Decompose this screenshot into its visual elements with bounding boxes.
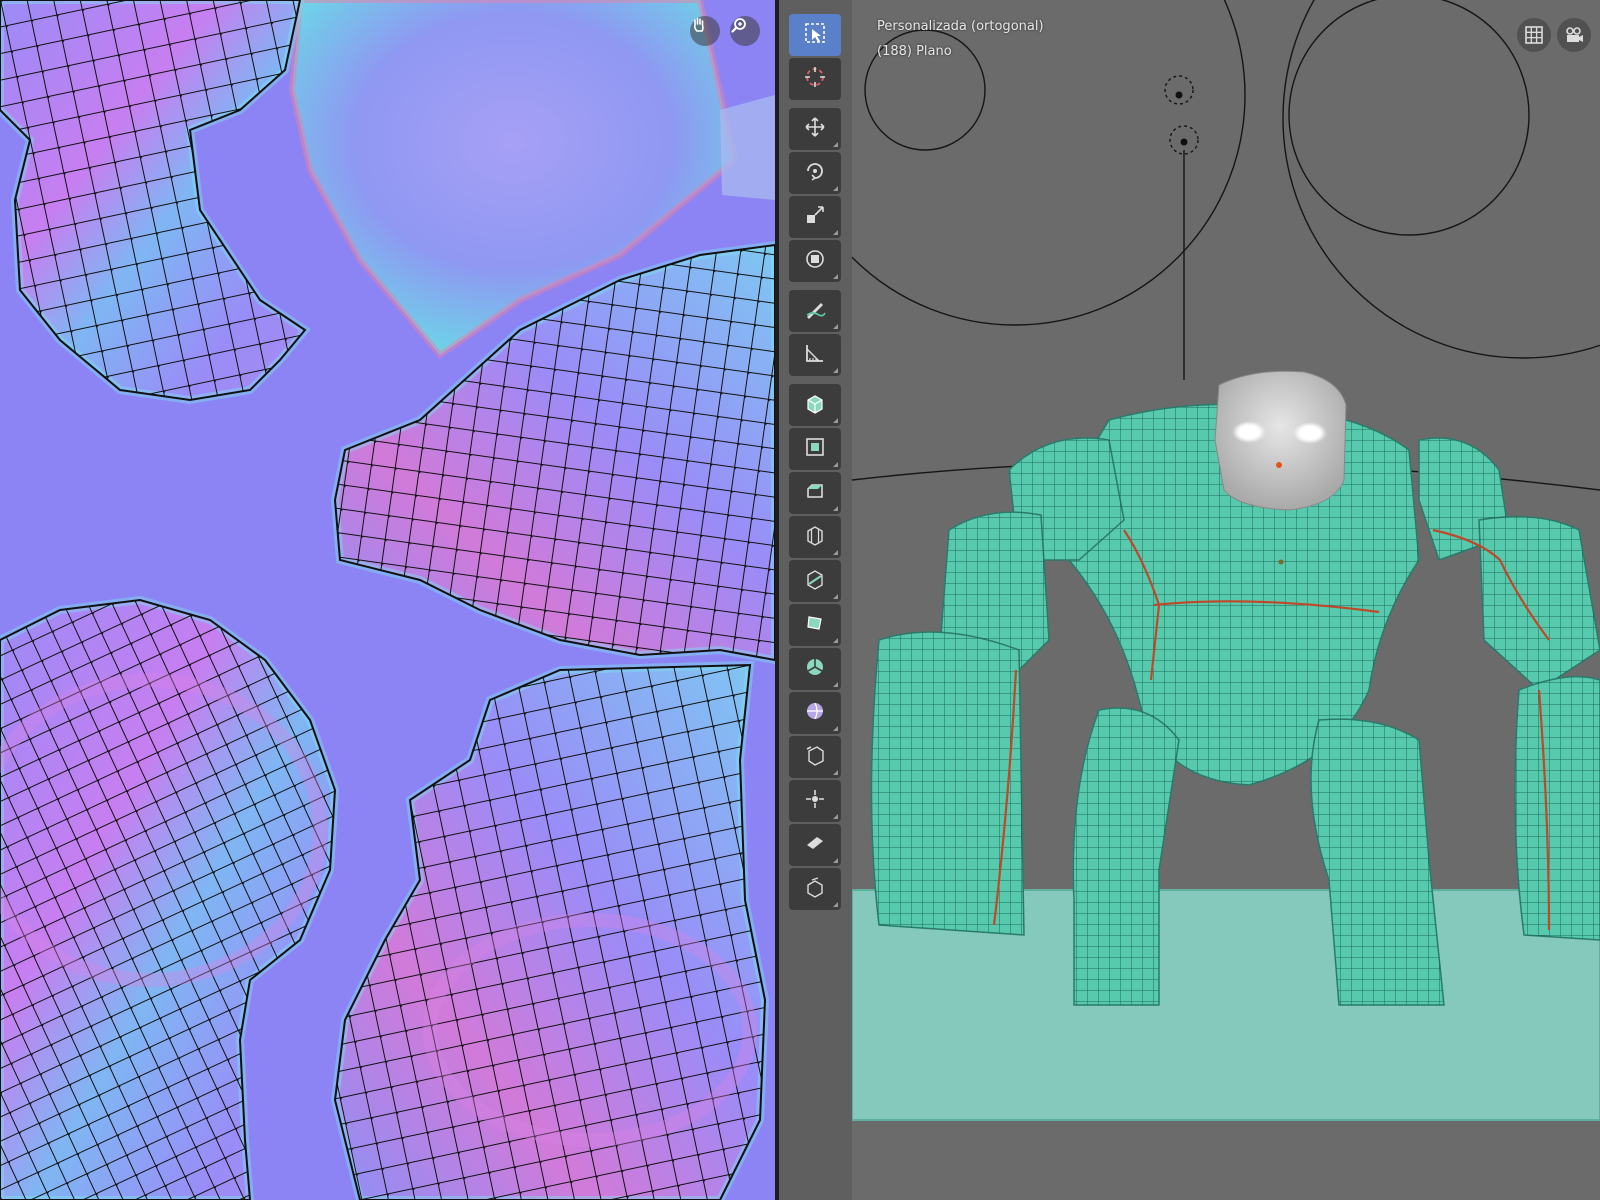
- tool-submenu-indicator: [833, 368, 838, 373]
- tool-bevel-button[interactable]: [789, 472, 841, 514]
- toolbar: [789, 14, 841, 912]
- tool-select-box-button[interactable]: [789, 14, 841, 56]
- edge-slide-icon: [803, 743, 827, 771]
- tool-smooth-button[interactable]: [789, 692, 841, 734]
- inset-icon: [803, 435, 827, 463]
- shear-icon: [803, 831, 827, 859]
- rotate-icon: [803, 159, 827, 187]
- tool-submenu-indicator: [833, 550, 838, 555]
- tool-cursor-button[interactable]: [789, 58, 841, 100]
- uv-canvas[interactable]: [0, 0, 775, 1200]
- object-info-label: (188) Plano: [877, 44, 952, 59]
- tool-submenu-indicator: [833, 274, 838, 279]
- tool-shear-button[interactable]: [789, 824, 841, 866]
- tool-submenu-indicator: [833, 418, 838, 423]
- tool-spin-button[interactable]: [789, 648, 841, 690]
- toolbar-region: [779, 0, 852, 1200]
- uv-island-torso: [0, 595, 340, 1200]
- loop-cut-icon: [803, 523, 827, 551]
- transform-icon: [803, 247, 827, 275]
- rip-region-icon: [803, 875, 827, 903]
- view-name-label: Personalizada (ortogonal): [877, 19, 1044, 34]
- tool-submenu-indicator: [833, 230, 838, 235]
- tool-submenu-indicator: [833, 142, 838, 147]
- knife-icon: [803, 567, 827, 595]
- zoom-magnifier-icon[interactable]: [730, 16, 760, 46]
- tool-loop-cut-button[interactable]: [789, 516, 841, 558]
- tool-submenu-indicator: [833, 638, 838, 643]
- uv-island-leg: [330, 660, 770, 1200]
- viewport-scene[interactable]: [779, 0, 1600, 1200]
- bevel-icon: [803, 479, 827, 507]
- tool-submenu-indicator: [833, 902, 838, 907]
- scale-icon: [803, 203, 827, 231]
- tool-transform-button[interactable]: [789, 240, 841, 282]
- viewport-overlay-text: Personalizada (ortogonal) (188) Plano: [877, 14, 1044, 64]
- tool-submenu-indicator: [833, 324, 838, 329]
- annotate-icon: [803, 297, 827, 325]
- tool-rip-region-button[interactable]: [789, 868, 841, 910]
- tool-submenu-indicator: [833, 858, 838, 863]
- 3d-viewport[interactable]: Personalizada (ortogonal) (188) Plano: [779, 0, 1600, 1200]
- tool-annotate-button[interactable]: [789, 290, 841, 332]
- tool-submenu-indicator: [833, 506, 838, 511]
- camera-view-icon[interactable]: [1557, 18, 1591, 52]
- tool-rotate-button[interactable]: [789, 152, 841, 194]
- cursor-icon: [803, 65, 827, 93]
- spin-icon: [803, 655, 827, 683]
- measure-icon: [803, 341, 827, 369]
- hand-pan-icon[interactable]: [690, 16, 720, 46]
- tool-scale-button[interactable]: [789, 196, 841, 238]
- smooth-icon: [803, 699, 827, 727]
- tool-submenu-indicator: [833, 462, 838, 467]
- grid-toggle-icon[interactable]: [1517, 18, 1551, 52]
- shrink-fatten-icon: [803, 787, 827, 815]
- poly-build-icon: [803, 611, 827, 639]
- tool-submenu-indicator: [833, 770, 838, 775]
- tool-poly-build-button[interactable]: [789, 604, 841, 646]
- tool-extrude-button[interactable]: [789, 384, 841, 426]
- tool-edge-slide-button[interactable]: [789, 736, 841, 778]
- tool-submenu-indicator: [833, 726, 838, 731]
- tool-submenu-indicator: [833, 186, 838, 191]
- character-head: [1214, 370, 1347, 511]
- extrude-icon: [803, 391, 827, 419]
- tool-shrink-fatten-button[interactable]: [789, 780, 841, 822]
- tool-measure-button[interactable]: [789, 334, 841, 376]
- tool-submenu-indicator: [833, 594, 838, 599]
- tool-knife-button[interactable]: [789, 560, 841, 602]
- uv-island-top-left: [0, 0, 311, 405]
- move-icon: [803, 115, 827, 143]
- tool-submenu-indicator: [833, 682, 838, 687]
- uv-editor[interactable]: [0, 0, 775, 1200]
- tool-move-button[interactable]: [789, 108, 841, 150]
- tool-submenu-indicator: [833, 814, 838, 819]
- tool-inset-button[interactable]: [789, 428, 841, 470]
- select-box-icon: [803, 21, 827, 49]
